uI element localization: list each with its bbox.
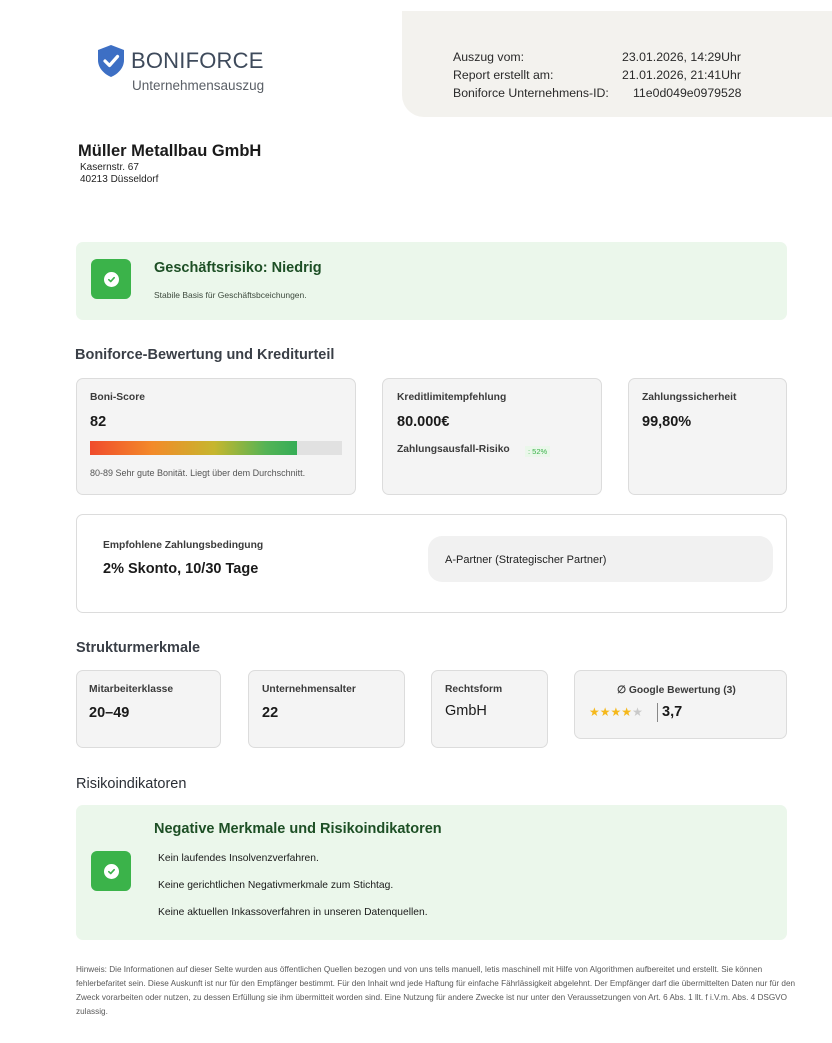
negative-indicator-item: Keine aktuellen Inkassoverfahren in unse…	[158, 907, 428, 918]
negative-indicator-item: Keine gerichtlichen Negativmerkmale zum …	[158, 880, 394, 891]
boni-score-bar	[90, 441, 342, 455]
meta-label-company-id: Boniforce Unternehmens-ID:	[453, 86, 609, 100]
shield-check-icon	[98, 45, 124, 77]
employees-value: 20–49	[89, 705, 130, 721]
boni-score-bar-fill	[90, 441, 297, 455]
rating-stars: ★★★★★	[589, 705, 643, 719]
meta-label-extract-date: Auszug vom:	[453, 50, 525, 64]
star-icon: ★	[632, 705, 643, 719]
company-street: Kasernstr. 67	[80, 162, 139, 173]
report-meta-panel	[402, 11, 832, 117]
legal-form-value: GmbH	[445, 703, 487, 719]
meta-value-extract-date: 23.01.2026, 14:29Uhr	[622, 50, 741, 64]
credit-limit-value: 80.000€	[397, 414, 450, 430]
employees-label: Mitarbeiterklasse	[89, 684, 174, 695]
default-risk-label: Zahlungsausfall-Risiko	[397, 444, 510, 455]
payment-terms-value: 2% Skonto, 10/30 Tage	[103, 561, 259, 577]
business-risk-banner	[76, 242, 787, 320]
credit-limit-label: Kreditlimitempfehlung	[397, 392, 507, 403]
boni-score-note: 80-89 Sehr gute Bonität. Liegt über dem …	[90, 468, 306, 478]
star-icon: ★	[621, 705, 633, 719]
negative-indicators-title: Negative Merkmale und Risikoindikatoren	[154, 821, 442, 837]
business-risk-subtitle: Stabile Basis für Geschäftsbceichungen.	[154, 290, 307, 300]
partner-badge-label: A-Partner (Strategischer Partner)	[445, 554, 607, 566]
default-risk-badge: : 52%	[525, 446, 551, 457]
boni-score-value: 82	[90, 414, 107, 430]
structure-section-heading: Strukturmerkmale	[76, 640, 201, 656]
company-city: 40213 Düsseldorf	[80, 174, 159, 185]
google-rating-value: 3,7	[662, 704, 683, 720]
google-rating-label: ∅ Google Bewertung (3)	[617, 685, 736, 696]
meta-value-company-id: 11e0d049e0979528	[633, 86, 742, 100]
check-circle-icon	[91, 259, 131, 299]
star-icon: ★	[599, 705, 611, 719]
check-circle-icon	[91, 851, 131, 891]
payment-security-value: 99,80%	[642, 414, 692, 430]
rating-divider	[657, 703, 658, 722]
business-risk-title: Geschäftsrisiko: Niedrig	[154, 260, 322, 276]
brand-name: BONIFORCE	[131, 48, 264, 73]
star-icon: ★	[610, 705, 622, 719]
rating-section-heading: Boniforce-Bewertung und Krediturteil	[75, 347, 335, 363]
risk-indicators-heading: Risikoindikatoren	[76, 776, 187, 792]
payment-security-label: Zahlungssicherheit	[642, 392, 737, 403]
negative-indicator-item: Kein laufendes Insolvenzverfahren.	[158, 853, 319, 864]
legal-form-label: Rechtsform	[445, 684, 503, 695]
boni-score-label: Boni-Score	[90, 392, 145, 403]
star-icon: ★	[589, 705, 600, 719]
brand-subtitle: Unternehmensauszug	[132, 78, 265, 93]
meta-label-report-date: Report erstellt am:	[453, 68, 554, 82]
company-age-label: Unternehmensalter	[262, 684, 356, 695]
meta-value-report-date: 21.01.2026, 21:41Uhr	[622, 68, 741, 82]
legal-disclaimer: Hinweis: Die Informationen auf dieser Se…	[76, 965, 796, 1016]
company-name: Müller Metallbau GmbH	[78, 142, 262, 160]
payment-terms-label: Empfohlene Zahlungsbedingung	[103, 540, 264, 551]
company-age-value: 22	[262, 705, 279, 721]
